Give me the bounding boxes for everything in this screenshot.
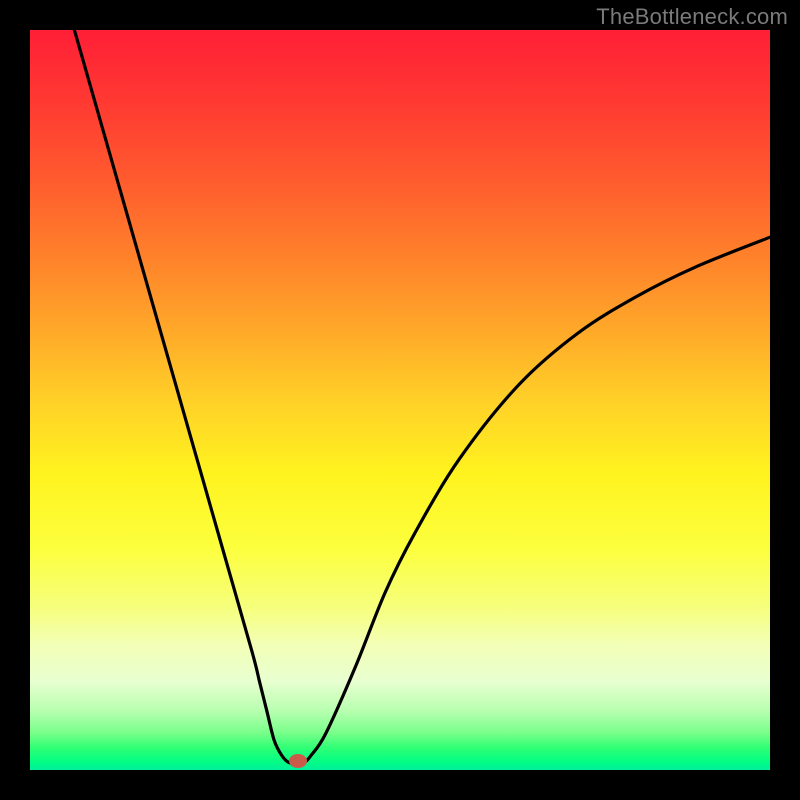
plot-area	[30, 30, 770, 770]
optimum-marker	[289, 754, 307, 768]
curve-svg	[30, 30, 770, 770]
watermark-text: TheBottleneck.com	[596, 4, 788, 30]
chart-frame: TheBottleneck.com	[0, 0, 800, 800]
bottleneck-curve	[74, 30, 770, 763]
